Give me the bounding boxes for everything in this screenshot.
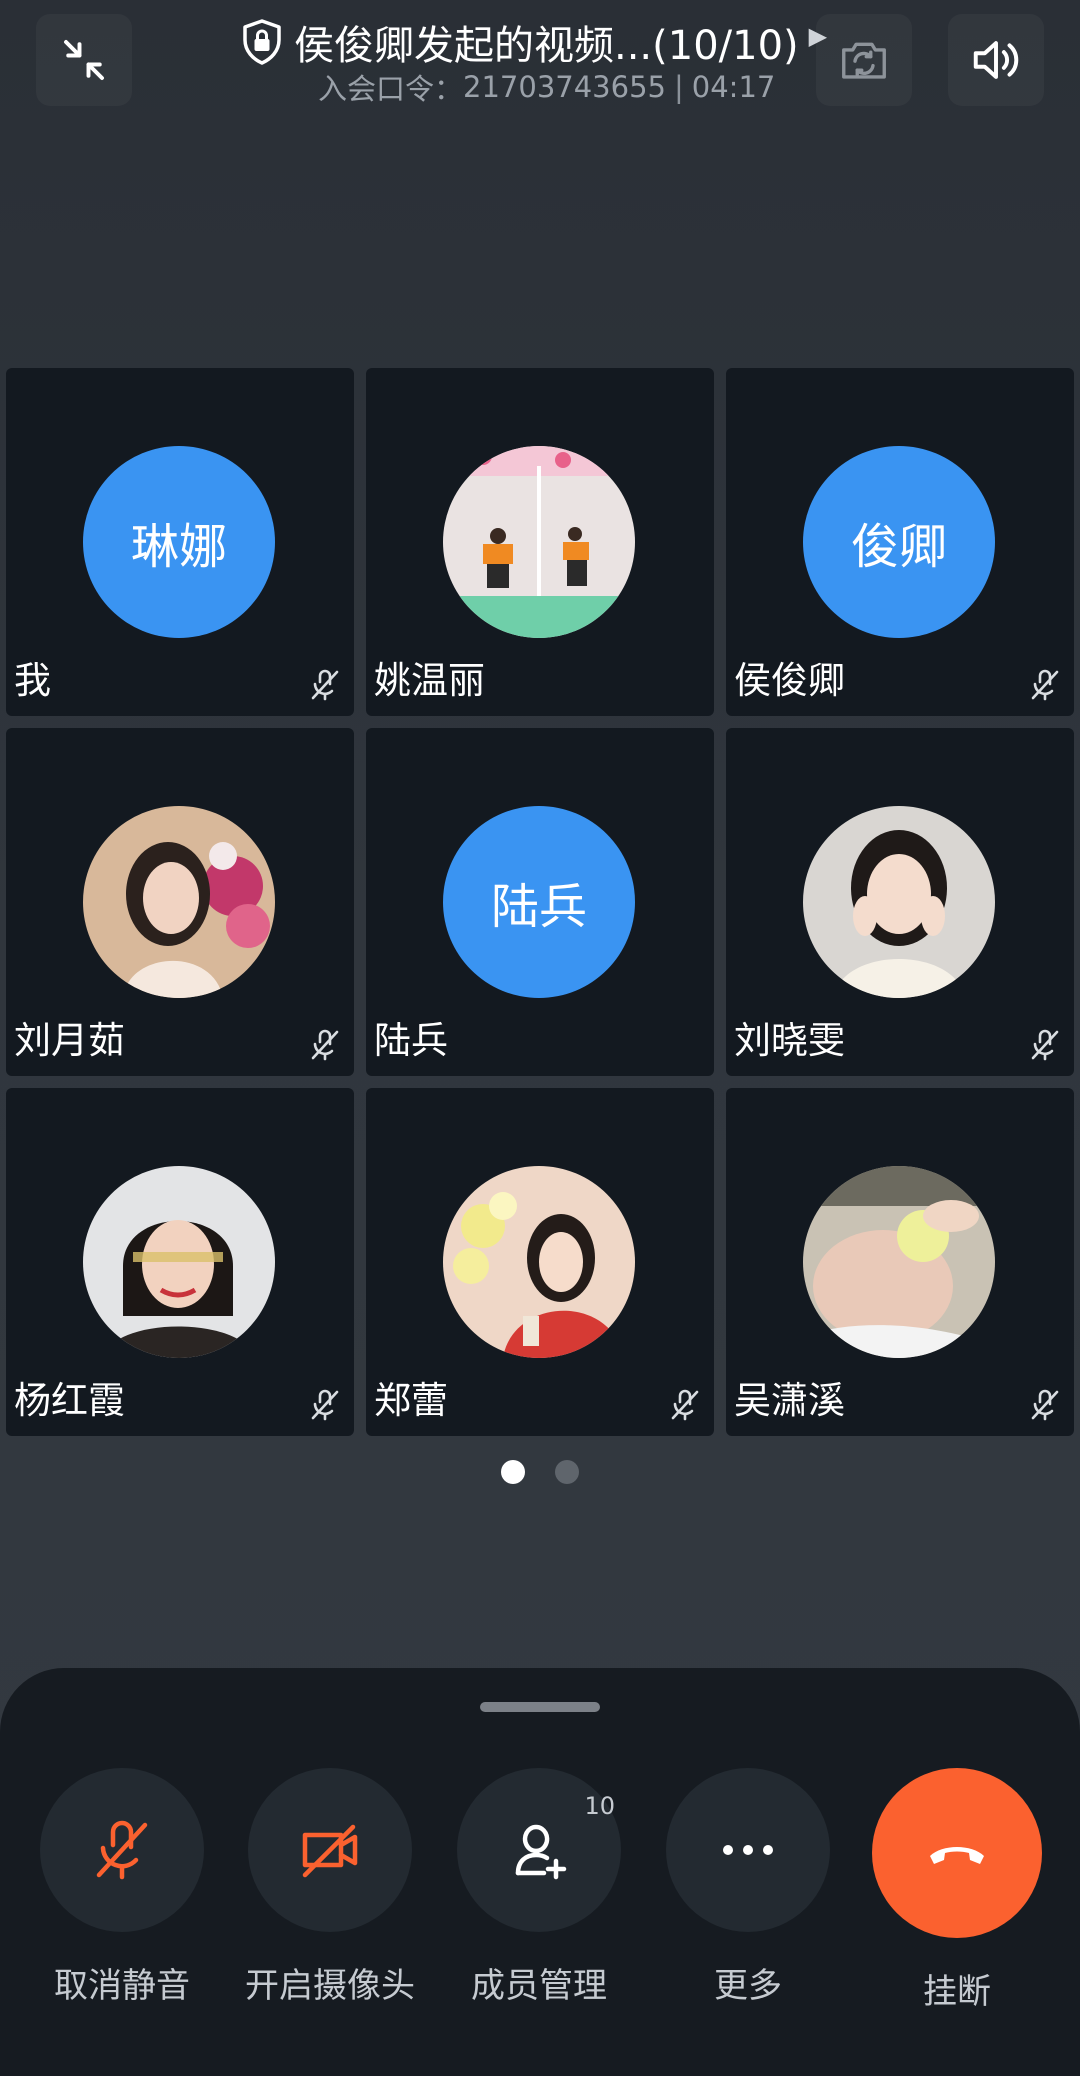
meeting-code: 21703743655: [463, 70, 666, 104]
participant-name: 郑蕾: [374, 1379, 448, 1422]
page-dot-active[interactable]: [501, 1460, 525, 1484]
members-label: 成员管理: [471, 1966, 607, 2006]
avatar-photo: [803, 1166, 995, 1358]
avatar: 俊卿: [803, 446, 995, 638]
camera-label: 开启摄像头: [245, 1966, 415, 2006]
more-circle[interactable]: [666, 1768, 830, 1932]
shield-lock-icon: [243, 19, 281, 65]
members-circle[interactable]: 10: [457, 1768, 621, 1932]
participant-tile[interactable]: 刘月茹: [6, 728, 354, 1076]
hangup-button[interactable]: 挂断: [872, 1768, 1042, 2013]
avatar-photo: [83, 806, 275, 998]
participant-name: 刘月茹: [14, 1019, 125, 1062]
add-member-icon: [515, 1824, 567, 1880]
avatar-photo: [83, 1166, 275, 1358]
meeting-code-label: 入会口令：: [318, 72, 464, 106]
mic-muted-icon: [311, 1389, 339, 1421]
avatar-initials: 琳娜: [130, 519, 227, 575]
hangup-label: 挂断: [923, 1972, 991, 2012]
participant-name: 侯俊卿: [734, 659, 845, 702]
meeting-title[interactable]: 侯俊卿发起的视频...(10/10) ▶: [240, 14, 827, 70]
avatar: [83, 1166, 275, 1358]
page-dot[interactable]: [555, 1460, 579, 1484]
mic-muted-icon: [671, 1389, 699, 1421]
participant-tile[interactable]: 姚温丽: [366, 368, 714, 716]
avatar: [83, 806, 275, 998]
avatar: 陆兵: [443, 806, 635, 998]
participant-name: 刘晓雯: [734, 1019, 845, 1062]
participant-tile[interactable]: 杨红霞: [6, 1088, 354, 1436]
more-label: 更多: [714, 1966, 782, 2006]
avatar-initials: 俊卿: [850, 519, 947, 575]
mic-muted-icon: [311, 669, 339, 701]
camera-circle[interactable]: [248, 1768, 412, 1932]
hang-up-icon: [930, 1847, 984, 1864]
participant-name: 吴潇溪: [734, 1379, 845, 1422]
speaker-icon: [973, 41, 1019, 79]
avatar: [803, 1166, 995, 1358]
mic-off-icon: [96, 1820, 148, 1880]
member-count-badge: 10: [584, 1792, 615, 1820]
members-button[interactable]: 10 成员管理: [457, 1768, 621, 2007]
participant-name: 陆兵: [374, 1019, 448, 1062]
hangup-circle[interactable]: [872, 1768, 1042, 1938]
participant-name: 杨红霞: [14, 1379, 125, 1422]
collapse-arrows-icon: [64, 40, 104, 80]
meeting-title-text: 侯俊卿发起的视频...(10/10): [294, 23, 799, 69]
page-indicator[interactable]: [0, 1460, 1080, 1484]
mic-muted-icon: [1031, 1029, 1059, 1061]
more-dots-icon: [723, 1845, 773, 1855]
participant-name: 我: [14, 659, 51, 702]
mic-muted-icon: [1031, 669, 1059, 701]
mic-muted-icon: [311, 1029, 339, 1061]
participant-tile[interactable]: 刘晓雯: [726, 728, 1074, 1076]
control-panel: 取消静音 开启摄像头 10 成员管理 更多 挂断: [0, 1668, 1080, 2076]
avatar-photo: [803, 806, 995, 998]
participant-grid: 琳娜 我 姚温丽 俊卿 侯俊卿 刘月茹 陆兵 陆兵 刘晓雯 杨红霞 郑蕾 吴潇溪: [6, 368, 1076, 1436]
switch-camera-icon: [842, 42, 886, 79]
participant-tile[interactable]: 俊卿 侯俊卿: [726, 368, 1074, 716]
avatar-photo: [443, 446, 635, 638]
avatar: 琳娜: [83, 446, 275, 638]
camera-button[interactable]: 开启摄像头: [245, 1768, 415, 2007]
meeting-info: 入会口令： 21703743655 | 04:17: [318, 66, 775, 108]
avatar: [443, 446, 635, 638]
avatar-photo: [443, 1166, 635, 1358]
unmute-circle[interactable]: [40, 1768, 204, 1932]
unmute-button[interactable]: 取消静音: [40, 1768, 204, 2007]
more-button[interactable]: 更多: [666, 1768, 830, 2007]
avatar: [443, 1166, 635, 1358]
participant-tile[interactable]: 吴潇溪: [726, 1088, 1074, 1436]
switch-camera-button[interactable]: [816, 14, 912, 106]
avatar-initials: 陆兵: [490, 879, 587, 935]
avatar: [803, 806, 995, 998]
meeting-duration: 04:17: [691, 70, 776, 104]
unmute-label: 取消静音: [54, 1966, 190, 2006]
participant-tile[interactable]: 郑蕾: [366, 1088, 714, 1436]
mic-muted-icon: [1031, 1389, 1059, 1421]
participant-name: 姚温丽: [374, 659, 485, 702]
speaker-button[interactable]: [948, 14, 1044, 106]
camera-off-icon: [302, 1824, 358, 1878]
participant-tile[interactable]: 陆兵 陆兵: [366, 728, 714, 1076]
drag-handle[interactable]: [480, 1702, 600, 1712]
minimize-button[interactable]: [36, 14, 132, 106]
participant-tile[interactable]: 琳娜 我: [6, 368, 354, 716]
info-separator: |: [673, 70, 684, 104]
